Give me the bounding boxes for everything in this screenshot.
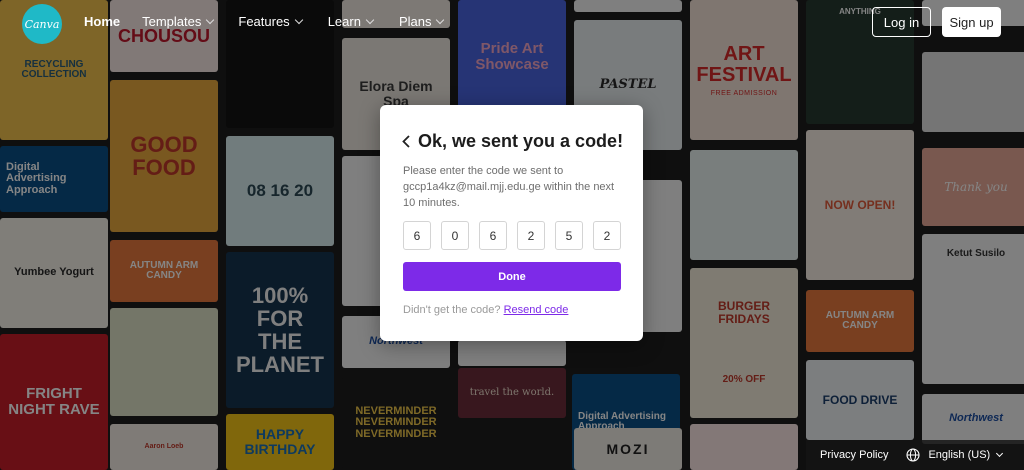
- chevron-down-icon: [365, 15, 375, 24]
- chevron-down-icon: [436, 15, 445, 24]
- chevron-down-icon: [206, 15, 215, 24]
- chevron-down-icon: [294, 15, 303, 24]
- chevron-left-icon[interactable]: [402, 135, 412, 149]
- verification-code-modal: Ok, we sent you a code! Please enter the…: [380, 105, 643, 341]
- privacy-policy-link[interactable]: Privacy Policy: [820, 449, 888, 461]
- code-digit-input[interactable]: [593, 221, 621, 250]
- top-nav: Canva Home Templates Features Learn Plan…: [0, 0, 1024, 44]
- nav-item-templates[interactable]: Templates: [142, 14, 215, 29]
- code-digit-input[interactable]: [517, 221, 545, 250]
- modal-description: Please enter the code we sent to gccp1a4…: [403, 165, 615, 209]
- code-digit-input[interactable]: [479, 221, 507, 250]
- canva-logo[interactable]: Canva: [22, 4, 62, 44]
- done-button[interactable]: Done: [403, 262, 621, 291]
- footer-bar: Privacy Policy English (US): [806, 440, 1024, 470]
- code-digit-input[interactable]: [441, 221, 469, 250]
- nav-links: Home Templates Features Learn Plans: [84, 14, 445, 29]
- nav-item-home[interactable]: Home: [84, 14, 120, 29]
- resend-row: Didn't get the code? Resend code: [403, 304, 568, 316]
- login-button[interactable]: Log in: [872, 7, 931, 37]
- modal-title: Ok, we sent you a code!: [418, 131, 624, 151]
- code-digit-input[interactable]: [403, 221, 431, 250]
- modal-header: Ok, we sent you a code!: [402, 131, 623, 152]
- nav-item-plans[interactable]: Plans: [399, 14, 445, 29]
- resend-code-link[interactable]: Resend code: [504, 304, 569, 316]
- language-selector[interactable]: English (US): [928, 449, 1004, 461]
- language-label: English (US): [928, 449, 991, 461]
- code-inputs: [403, 221, 621, 250]
- resend-prompt: Didn't get the code?: [403, 304, 501, 316]
- nav-item-features[interactable]: Features: [238, 14, 303, 29]
- signup-button[interactable]: Sign up: [942, 7, 1001, 37]
- chevron-down-icon: [996, 449, 1004, 457]
- nav-item-learn[interactable]: Learn: [328, 14, 375, 29]
- globe-icon: [906, 448, 921, 462]
- code-digit-input[interactable]: [555, 221, 583, 250]
